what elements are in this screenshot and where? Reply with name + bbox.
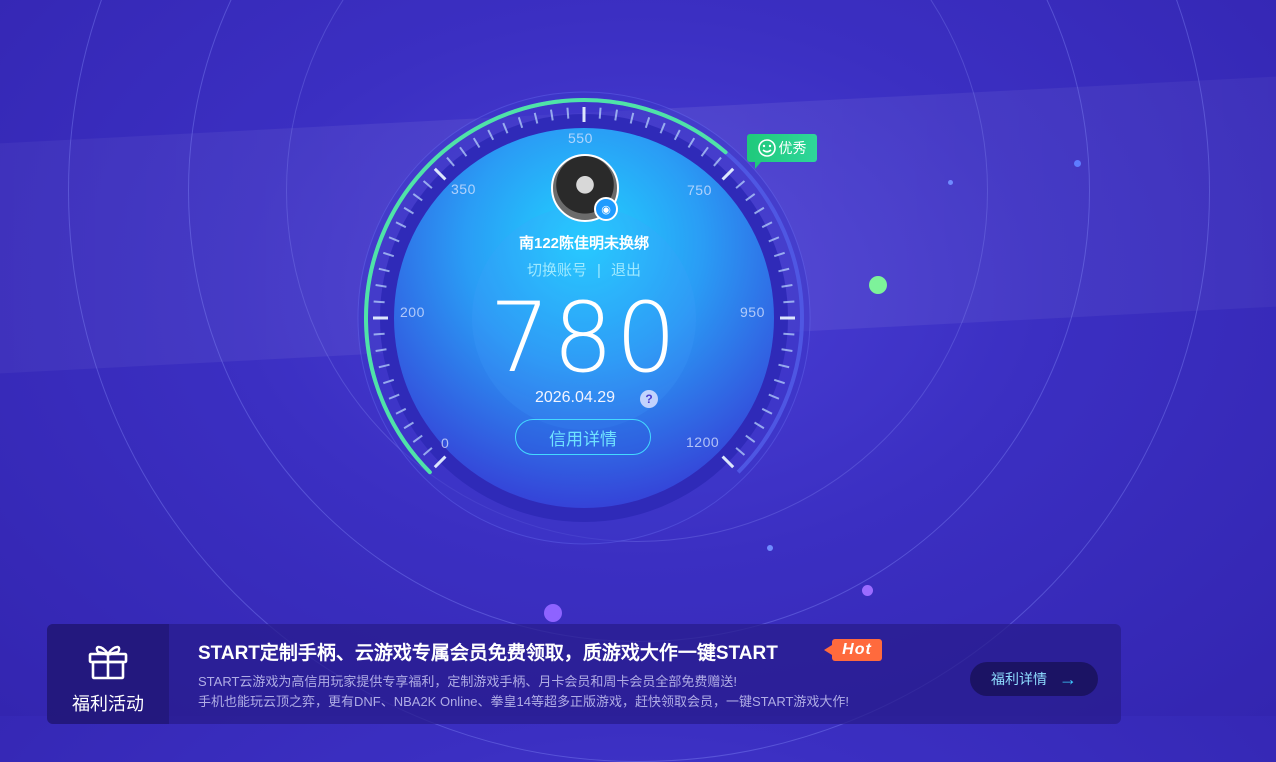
gauge-tick <box>783 300 795 304</box>
question-icon[interactable]: ? <box>640 390 658 408</box>
gift-icon <box>88 645 128 680</box>
welfare-details-button[interactable]: 福利详情 → <box>970 662 1098 696</box>
scale-label-200: 200 <box>400 304 425 320</box>
arrow-right-icon: → <box>1059 668 1077 689</box>
credit-details-button[interactable]: 信用详情 <box>515 419 651 455</box>
scale-label-0: 0 <box>441 435 450 451</box>
gauge-tick <box>373 332 385 336</box>
user-name: 南122陈佳明未换绑 <box>518 235 650 252</box>
promo-section-label: 福利活动 <box>72 694 144 714</box>
promo-description: START云游戏为高信用玩家提供专享福利，定制游戏手柄、月卡会员和周卡会员全部免… <box>198 672 849 712</box>
account-links: 切换账号 | 退出 <box>484 259 684 280</box>
link-separator: | <box>597 262 601 279</box>
promo-desc-line-2: 手机也能玩云顶之弈，更有DNF、NBA2K Online、拳皇14等超多正版游戏… <box>198 694 850 709</box>
logout-link[interactable]: 退出 <box>611 262 641 279</box>
credit-score: 780 <box>489 282 679 394</box>
gauge-tick <box>566 107 570 119</box>
scale-label-350: 350 <box>451 181 476 197</box>
score-date: 2026.04.29 <box>534 389 616 406</box>
promo-section: 福利活动 <box>47 624 169 724</box>
hot-badge: Hot <box>824 639 882 661</box>
gauge-tick <box>783 332 795 336</box>
welfare-details-label: 福利详情 <box>991 671 1047 687</box>
scale-label-950: 950 <box>740 304 765 320</box>
promo-title[interactable]: START定制手柄、云游戏专属会员免费领取，质游戏大作一键START <box>198 638 778 665</box>
qq-icon: ◉ <box>594 197 618 221</box>
gauge-tick <box>373 300 385 304</box>
promo-panel: 福利活动 START定制手柄、云游戏专属会员免费领取，质游戏大作一键START … <box>47 624 1121 724</box>
scale-label-750: 750 <box>687 182 712 198</box>
gauge-tick <box>598 107 602 119</box>
promo-desc-line-1: START云游戏为高信用玩家提供专享福利，定制游戏手柄、月卡会员和周卡会员全部免… <box>198 674 738 689</box>
smile-icon <box>757 139 776 157</box>
rating-badge: 优秀 <box>747 134 817 169</box>
scale-label-1200: 1200 <box>686 434 720 450</box>
rating-badge-label: 优秀 <box>778 140 807 156</box>
switch-account-link[interactable]: 切换账号 <box>527 262 587 279</box>
scale-label-550: 550 <box>568 130 593 146</box>
